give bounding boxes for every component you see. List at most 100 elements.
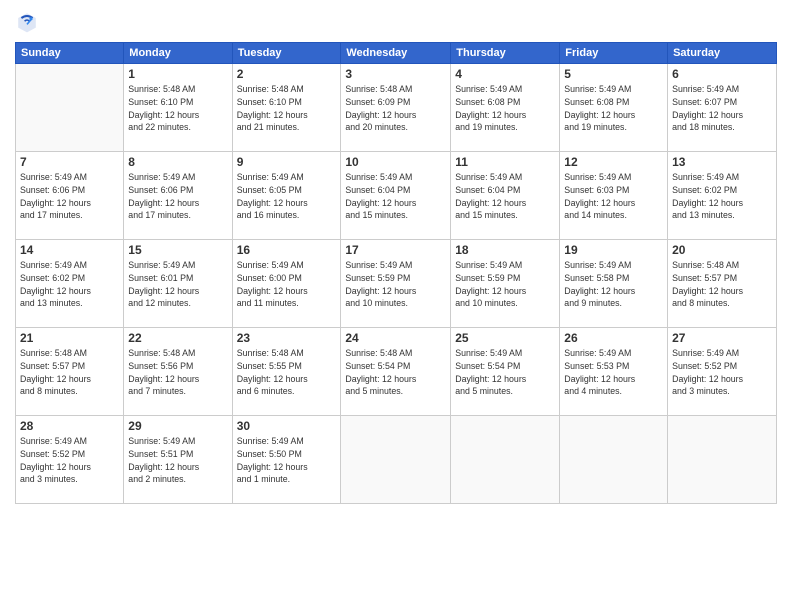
day-number: 24 — [345, 331, 446, 345]
calendar-cell: 12Sunrise: 5:49 AM Sunset: 6:03 PM Dayli… — [560, 152, 668, 240]
day-number: 25 — [455, 331, 555, 345]
calendar-cell: 7 Sunrise: 5:49 AM Sunset: 6:06 PM Daylig… — [16, 152, 124, 240]
day-info: Sunrise: 5:49 AM Sunset: 6:06 PM Dayligh… — [20, 171, 119, 222]
calendar-cell — [560, 416, 668, 504]
calendar-cell: 13Sunrise: 5:49 AM Sunset: 6:02 PM Dayli… — [668, 152, 777, 240]
calendar-cell: 26 Sunrise: 5:49 AM Sunset: 5:53 PM Dayli… — [560, 328, 668, 416]
day-number: 19 — [564, 243, 663, 257]
calendar-cell: 23 Sunrise: 5:48 AM Sunset: 5:55 PM Dayli… — [232, 328, 341, 416]
day-info: Sunrise: 5:49 AM Sunset: 6:06 PM Dayligh… — [128, 171, 227, 222]
day-info: Sunrise: 5:49 AM Sunset: 5:53 PM Dayligh… — [564, 347, 663, 398]
day-info: Sunrise: 5:49 AM Sunset: 5:52 PM Dayligh… — [20, 435, 119, 486]
day-info: Sunrise: 5:49 AM Sunset: 5:58 PM Dayligh… — [564, 259, 663, 310]
calendar-week-3: 14 Sunrise: 5:49 AM Sunset: 6:02 PM Dayli… — [16, 240, 777, 328]
day-number: 17 — [345, 243, 446, 257]
calendar-cell: 24 Sunrise: 5:48 AM Sunset: 5:54 PM Dayli… — [341, 328, 451, 416]
calendar-cell: 19 Sunrise: 5:49 AM Sunset: 5:58 PM Dayli… — [560, 240, 668, 328]
calendar-cell: 15 Sunrise: 5:49 AM Sunset: 6:01 PM Dayli… — [124, 240, 232, 328]
day-number: 10 — [345, 155, 446, 169]
day-number: 27 — [672, 331, 772, 345]
day-number: 8 — [128, 155, 227, 169]
day-info: Sunrise: 5:49 AM Sunset: 5:52 PM Dayligh… — [672, 347, 772, 398]
calendar-cell: 22Sunrise: 5:48 AM Sunset: 5:56 PM Dayli… — [124, 328, 232, 416]
day-number: 29 — [128, 419, 227, 433]
day-info: Sunrise: 5:48 AM Sunset: 5:55 PM Dayligh… — [237, 347, 337, 398]
calendar-cell — [341, 416, 451, 504]
day-info: Sunrise: 5:49 AM Sunset: 5:50 PM Dayligh… — [237, 435, 337, 486]
logo — [15, 10, 43, 34]
day-number: 21 — [20, 331, 119, 345]
calendar-cell: 6 Sunrise: 5:49 AM Sunset: 6:07 PM Daylig… — [668, 64, 777, 152]
day-number: 6 — [672, 67, 772, 81]
calendar-cell: 27 Sunrise: 5:49 AM Sunset: 5:52 PM Dayli… — [668, 328, 777, 416]
calendar-cell — [16, 64, 124, 152]
weekday-header-row: SundayMondayTuesdayWednesdayThursdayFrid… — [16, 43, 777, 64]
day-number: 20 — [672, 243, 772, 257]
weekday-header-monday: Monday — [124, 43, 232, 64]
weekday-header-tuesday: Tuesday — [232, 43, 341, 64]
day-number: 5 — [564, 67, 663, 81]
calendar-cell: 5 Sunrise: 5:49 AM Sunset: 6:08 PM Daylig… — [560, 64, 668, 152]
logo-icon — [15, 10, 39, 34]
calendar-week-1: 1 Sunrise: 5:48 AM Sunset: 6:10 PM Daylig… — [16, 64, 777, 152]
day-number: 23 — [237, 331, 337, 345]
calendar-week-4: 21 Sunrise: 5:48 AM Sunset: 5:57 PM Dayli… — [16, 328, 777, 416]
weekday-header-sunday: Sunday — [16, 43, 124, 64]
day-number: 14 — [20, 243, 119, 257]
calendar-cell: 20Sunrise: 5:48 AM Sunset: 5:57 PM Dayli… — [668, 240, 777, 328]
day-info: Sunrise: 5:49 AM Sunset: 5:59 PM Dayligh… — [455, 259, 555, 310]
calendar-cell: 30 Sunrise: 5:49 AM Sunset: 5:50 PM Dayli… — [232, 416, 341, 504]
day-number: 30 — [237, 419, 337, 433]
calendar-week-2: 7 Sunrise: 5:49 AM Sunset: 6:06 PM Daylig… — [16, 152, 777, 240]
calendar-cell: 10 Sunrise: 5:49 AM Sunset: 6:04 PM Dayli… — [341, 152, 451, 240]
calendar-cell: 8 Sunrise: 5:49 AM Sunset: 6:06 PM Daylig… — [124, 152, 232, 240]
weekday-header-saturday: Saturday — [668, 43, 777, 64]
day-info: Sunrise: 5:49 AM Sunset: 6:05 PM Dayligh… — [237, 171, 337, 222]
day-number: 26 — [564, 331, 663, 345]
calendar-cell: 2Sunrise: 5:48 AM Sunset: 6:10 PM Daylig… — [232, 64, 341, 152]
weekday-header-thursday: Thursday — [451, 43, 560, 64]
calendar-cell — [451, 416, 560, 504]
calendar-cell: 1 Sunrise: 5:48 AM Sunset: 6:10 PM Daylig… — [124, 64, 232, 152]
calendar-cell: 28 Sunrise: 5:49 AM Sunset: 5:52 PM Dayli… — [16, 416, 124, 504]
day-number: 2 — [237, 67, 337, 81]
day-info: Sunrise: 5:48 AM Sunset: 5:57 PM Dayligh… — [20, 347, 119, 398]
weekday-header-friday: Friday — [560, 43, 668, 64]
day-number: 18 — [455, 243, 555, 257]
calendar-cell: 4Sunrise: 5:49 AM Sunset: 6:08 PM Daylig… — [451, 64, 560, 152]
day-number: 15 — [128, 243, 227, 257]
day-number: 13 — [672, 155, 772, 169]
day-number: 1 — [128, 67, 227, 81]
day-info: Sunrise: 5:49 AM Sunset: 6:00 PM Dayligh… — [237, 259, 337, 310]
calendar-cell: 9 Sunrise: 5:49 AM Sunset: 6:05 PM Daylig… — [232, 152, 341, 240]
day-info: Sunrise: 5:49 AM Sunset: 6:08 PM Dayligh… — [455, 83, 555, 134]
calendar-cell: 3 Sunrise: 5:48 AM Sunset: 6:09 PM Daylig… — [341, 64, 451, 152]
day-info: Sunrise: 5:49 AM Sunset: 6:03 PM Dayligh… — [564, 171, 663, 222]
calendar-cell: 21 Sunrise: 5:48 AM Sunset: 5:57 PM Dayli… — [16, 328, 124, 416]
calendar-table: SundayMondayTuesdayWednesdayThursdayFrid… — [15, 42, 777, 504]
day-info: Sunrise: 5:49 AM Sunset: 6:01 PM Dayligh… — [128, 259, 227, 310]
day-number: 3 — [345, 67, 446, 81]
calendar-week-5: 28 Sunrise: 5:49 AM Sunset: 5:52 PM Dayli… — [16, 416, 777, 504]
calendar-cell: 18 Sunrise: 5:49 AM Sunset: 5:59 PM Dayli… — [451, 240, 560, 328]
day-number: 28 — [20, 419, 119, 433]
calendar-cell: 17 Sunrise: 5:49 AM Sunset: 5:59 PM Dayli… — [341, 240, 451, 328]
day-info: Sunrise: 5:48 AM Sunset: 6:09 PM Dayligh… — [345, 83, 446, 134]
calendar-cell: 16Sunrise: 5:49 AM Sunset: 6:00 PM Dayli… — [232, 240, 341, 328]
calendar-cell: 14 Sunrise: 5:49 AM Sunset: 6:02 PM Dayli… — [16, 240, 124, 328]
day-info: Sunrise: 5:49 AM Sunset: 6:02 PM Dayligh… — [20, 259, 119, 310]
calendar-cell: 29Sunrise: 5:49 AM Sunset: 5:51 PM Dayli… — [124, 416, 232, 504]
day-info: Sunrise: 5:48 AM Sunset: 6:10 PM Dayligh… — [128, 83, 227, 134]
calendar-cell: 25 Sunrise: 5:49 AM Sunset: 5:54 PM Dayli… — [451, 328, 560, 416]
calendar-cell — [668, 416, 777, 504]
day-info: Sunrise: 5:49 AM Sunset: 6:07 PM Dayligh… — [672, 83, 772, 134]
page-header — [15, 10, 777, 34]
day-number: 9 — [237, 155, 337, 169]
day-number: 7 — [20, 155, 119, 169]
day-info: Sunrise: 5:49 AM Sunset: 6:08 PM Dayligh… — [564, 83, 663, 134]
day-info: Sunrise: 5:49 AM Sunset: 5:54 PM Dayligh… — [455, 347, 555, 398]
day-info: Sunrise: 5:49 AM Sunset: 5:59 PM Dayligh… — [345, 259, 446, 310]
day-info: Sunrise: 5:48 AM Sunset: 5:54 PM Dayligh… — [345, 347, 446, 398]
day-info: Sunrise: 5:49 AM Sunset: 6:04 PM Dayligh… — [455, 171, 555, 222]
day-info: Sunrise: 5:49 AM Sunset: 6:04 PM Dayligh… — [345, 171, 446, 222]
